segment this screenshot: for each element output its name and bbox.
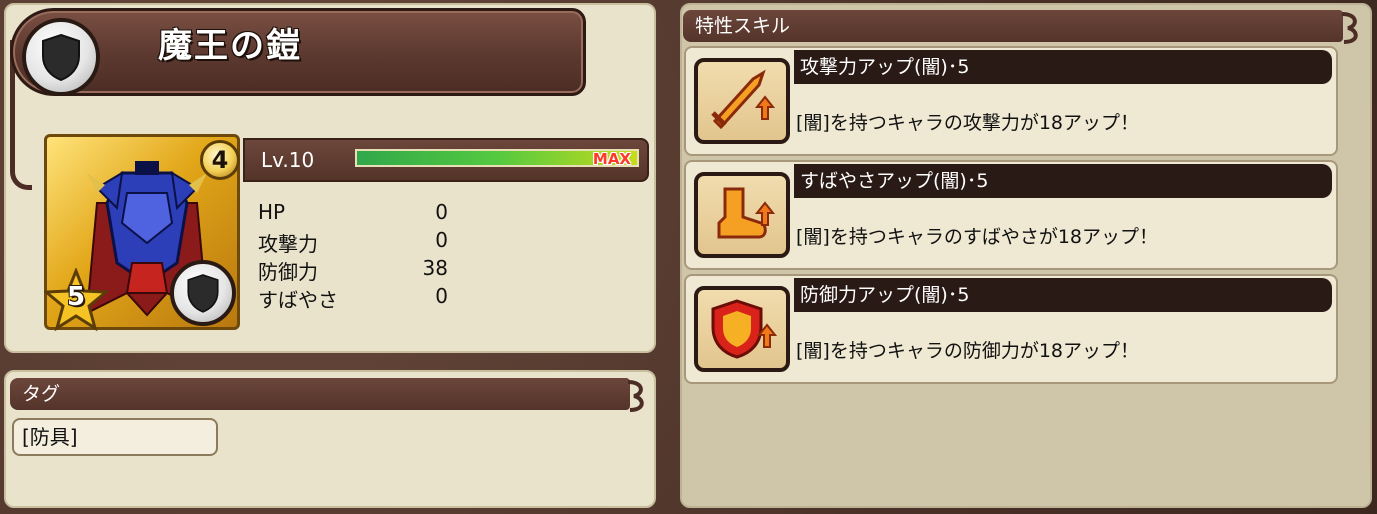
stat-value: 0 — [435, 284, 448, 308]
stat-value: 0 — [435, 200, 448, 224]
stat-label: 防御力 — [258, 260, 318, 284]
item-name: 魔王の鎧 — [158, 26, 302, 66]
tag-header: タグ — [10, 378, 630, 410]
scroll-ornament-icon — [1341, 12, 1358, 44]
level-label: Lv.10 — [261, 148, 315, 172]
skill-name: 防御力アップ(闇)･5 — [794, 278, 1332, 312]
skill-name: 攻撃力アップ(闇)･5 — [794, 50, 1332, 84]
skill-card[interactable]: 防御力アップ(闇)･5 [闇]を持つキャラの防御力が18アップ！ — [684, 274, 1338, 384]
boot-up-icon — [694, 172, 790, 258]
scroll-ornament-icon — [627, 380, 644, 412]
skill-card[interactable]: すばやさアップ(闇)･5 [闇]を持つキャラのすばやさが18アップ！ — [684, 160, 1338, 270]
stat-label: HP — [258, 200, 286, 224]
tag-chip[interactable]: [防具] — [12, 418, 218, 456]
stat-row-speed: すばやさ 0 — [258, 284, 448, 312]
skill-card[interactable]: 攻撃力アップ(闇)･5 [闇]を持つキャラの攻撃力が18アップ！ — [684, 46, 1338, 156]
level-row: Lv.10 MAX — [243, 138, 649, 182]
skill-header: 特性スキル — [683, 10, 1343, 42]
max-label: MAX — [592, 150, 631, 168]
skill-description: [闇]を持つキャラのすばやさが18アップ！ — [796, 226, 1159, 248]
level-progress-bar: MAX — [355, 149, 639, 168]
shield-up-icon — [694, 286, 790, 372]
shield-icon — [22, 18, 100, 96]
stat-value: 38 — [422, 256, 448, 280]
stat-value: 0 — [435, 228, 448, 252]
stat-row-attack: 攻撃力 0 — [258, 228, 448, 256]
stat-row-defense: 防御力 38 — [258, 256, 448, 284]
skill-description: [闇]を持つキャラの防御力が18アップ！ — [796, 340, 1140, 362]
skill-description: [闇]を持つキャラの攻撃力が18アップ！ — [796, 112, 1140, 134]
skill-name: すばやさアップ(闇)･5 — [794, 164, 1332, 198]
stat-label: 攻撃力 — [258, 232, 318, 256]
shield-icon — [170, 260, 236, 326]
star-count: 5 — [66, 282, 86, 312]
rarity-badge: 4 — [200, 140, 240, 180]
sword-up-icon — [694, 58, 790, 144]
stat-label: すばやさ — [258, 288, 338, 312]
stat-row-hp: HP 0 — [258, 200, 448, 228]
